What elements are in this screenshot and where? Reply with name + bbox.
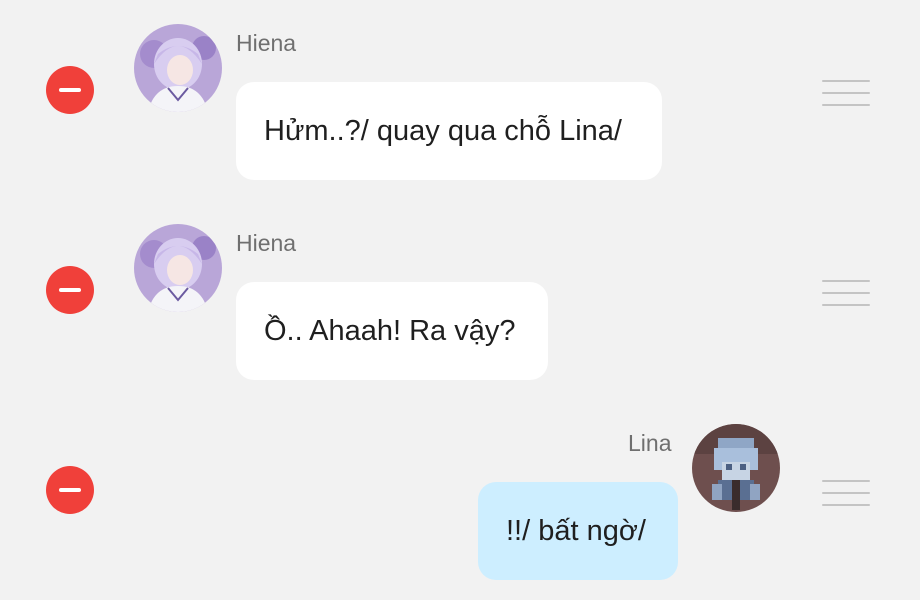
- message-row: Hiena Ồ.. Ahaah! Ra vậy?: [0, 200, 920, 400]
- avatar-lina[interactable]: [692, 424, 780, 512]
- message-bubble[interactable]: Ồ.. Ahaah! Ra vậy?: [236, 282, 548, 380]
- message-bubble[interactable]: !!/ bất ngờ/: [478, 482, 678, 580]
- drag-handle-line: [822, 292, 870, 294]
- sender-name: Hiena: [236, 230, 297, 256]
- minus-icon: [59, 88, 81, 92]
- delete-message-button[interactable]: [46, 266, 94, 314]
- message-text: !!/ bất ngờ/: [506, 514, 646, 547]
- drag-handle-icon: [822, 280, 870, 282]
- drag-handle-line: [822, 504, 870, 506]
- drag-handle-icon: [822, 480, 870, 482]
- minus-icon: [59, 288, 81, 292]
- hiena-avatar-icon: [134, 224, 222, 312]
- message-row: Lina !!/ bất ngờ/: [0, 400, 920, 600]
- drag-handle-icon: [822, 80, 870, 82]
- lina-avatar-icon: [692, 424, 780, 512]
- avatar-hiena[interactable]: [134, 24, 222, 112]
- drag-handle-line: [822, 92, 870, 94]
- sender-name: Lina: [628, 430, 672, 456]
- reorder-handle[interactable]: [822, 480, 870, 506]
- delete-message-button[interactable]: [46, 466, 94, 514]
- reorder-handle[interactable]: [822, 80, 870, 106]
- message-bubble[interactable]: Hửm..?/ quay qua chỗ Lina/: [236, 82, 662, 180]
- delete-message-button[interactable]: [46, 66, 94, 114]
- sender-name: Hiena: [236, 30, 297, 56]
- message-text: Ồ.. Ahaah! Ra vậy?: [264, 314, 516, 347]
- message-row: Hiena Hửm..?/ quay qua chỗ Lina/: [0, 0, 920, 200]
- hiena-avatar-icon: [134, 24, 222, 112]
- drag-handle-line: [822, 492, 870, 494]
- message-text: Hửm..?/ quay qua chỗ Lina/: [264, 114, 622, 147]
- drag-handle-line: [822, 104, 870, 106]
- reorder-handle[interactable]: [822, 280, 870, 306]
- drag-handle-line: [822, 304, 870, 306]
- avatar-hiena[interactable]: [134, 224, 222, 312]
- minus-icon: [59, 488, 81, 492]
